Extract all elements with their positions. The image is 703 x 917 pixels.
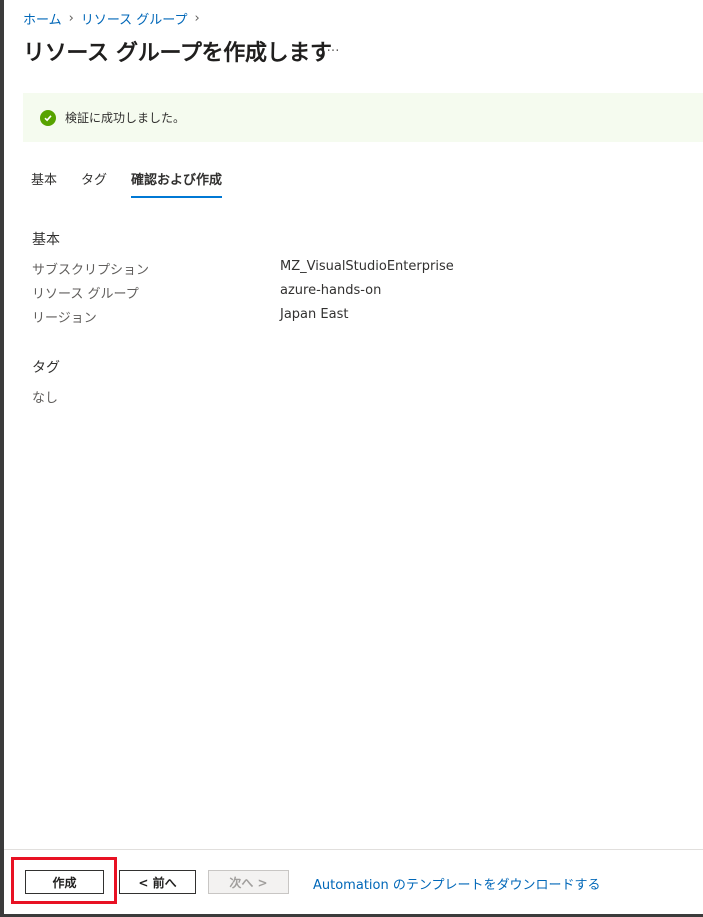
- tags-empty-value: なし: [32, 391, 59, 406]
- previous-button[interactable]: < 前へ: [119, 870, 196, 894]
- next-button: 次へ >: [208, 870, 289, 894]
- wizard-tabs: 基本 タグ 確認および作成: [31, 170, 246, 200]
- footer-divider: [4, 849, 703, 850]
- banner-message: 検証に成功しました。: [65, 111, 186, 125]
- region-label: リージョン: [32, 311, 97, 326]
- tab-review-create[interactable]: 確認および作成: [131, 170, 223, 198]
- validation-success-banner: 検証に成功しました。: [23, 93, 703, 142]
- chevron-right-icon: ›: [68, 10, 74, 26]
- subscription-label: サブスクリプション: [32, 263, 150, 278]
- region-value: Japan East: [280, 307, 349, 322]
- chevron-right-icon: ›: [194, 10, 200, 26]
- more-options-icon[interactable]: …: [324, 40, 342, 60]
- breadcrumb: ホーム › リソース グループ ›: [23, 9, 207, 28]
- breadcrumb-home-link[interactable]: ホーム: [23, 9, 62, 28]
- subscription-value: MZ_VisualStudioEnterprise: [280, 259, 454, 274]
- check-circle-icon: [40, 109, 56, 126]
- resource-group-label: リソース グループ: [32, 287, 139, 302]
- create-button[interactable]: 作成: [25, 870, 104, 894]
- resource-group-value: azure-hands-on: [280, 283, 382, 298]
- window-left-border: [0, 0, 4, 917]
- tab-tags[interactable]: タグ: [81, 170, 107, 198]
- breadcrumb-resource-groups-link[interactable]: リソース グループ: [81, 9, 188, 28]
- section-basics-title: 基本: [32, 232, 60, 248]
- tab-basics[interactable]: 基本: [31, 170, 57, 198]
- download-template-link[interactable]: Automation のテンプレートをダウンロードする: [313, 874, 600, 893]
- page-title: リソース グループを作成します: [23, 41, 332, 66]
- section-tags-title: タグ: [32, 360, 60, 376]
